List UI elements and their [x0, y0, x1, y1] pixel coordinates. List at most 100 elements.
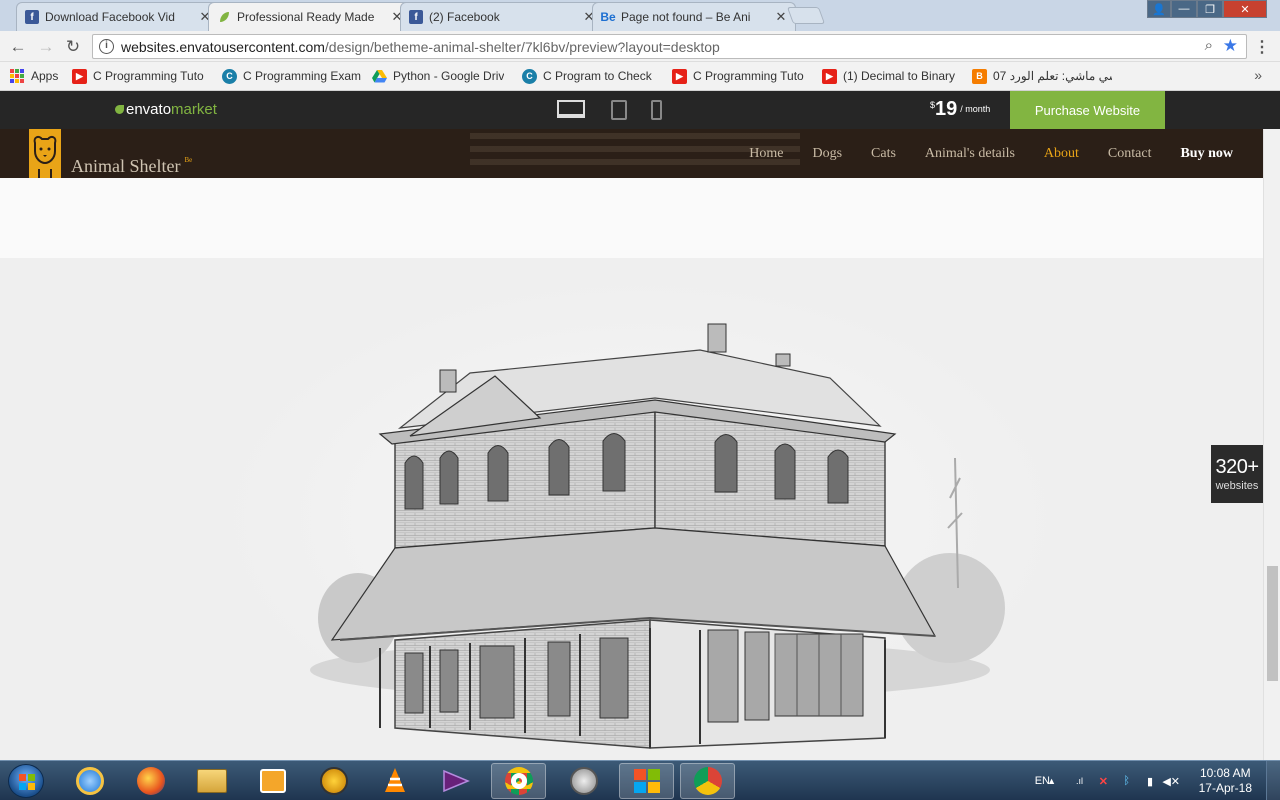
site-name-badge: Be — [184, 156, 193, 164]
more-bookmarks-icon[interactable]: » — [1254, 67, 1262, 83]
media-player-icon[interactable] — [245, 763, 300, 799]
aimp-player-icon[interactable] — [306, 763, 361, 799]
bookmark-star-icon[interactable]: ★ — [1223, 36, 1238, 56]
tab-facebook[interactable]: f (2) Facebook ✕ — [400, 2, 604, 31]
mobile-view-icon[interactable] — [651, 100, 662, 120]
bookmark-python-google-drive[interactable]: Python - Google Driv — [372, 66, 512, 86]
envato-leaf-icon — [217, 10, 231, 24]
bookmark-label: C Programming Tuto — [93, 69, 204, 83]
bookmark-label: (1) Decimal to Binary — [843, 69, 956, 83]
site-info-icon[interactable]: i — [99, 39, 114, 54]
browser-tab-strip: f Download Facebook Vid ✕ Professional R… — [0, 0, 1280, 31]
show-hidden-icons-icon[interactable]: ▲ — [1047, 773, 1056, 789]
tab-title: Page not found – Be Ani — [621, 10, 751, 24]
envato-preview-bar: envatomarket $19/ month Purchase Website — [0, 91, 1280, 129]
tab-title: Professional Ready Made — [237, 10, 375, 24]
network-error-icon[interactable]: ✕ — [1099, 773, 1108, 789]
file-explorer-icon[interactable] — [184, 763, 239, 799]
tab-download-facebook[interactable]: f Download Facebook Vid ✕ — [16, 2, 220, 31]
bookmark-label: C Programming Exam — [243, 69, 362, 83]
c-site-icon: C — [522, 68, 537, 84]
nav-animals-details[interactable]: Animal's details — [925, 146, 1015, 162]
nav-dogs[interactable]: Dogs — [812, 146, 842, 162]
browser-menu-icon[interactable]: ⋮ — [1254, 37, 1270, 57]
volume-muted-icon[interactable]: ◀✕ — [1162, 773, 1180, 789]
scrollbar-thumb[interactable] — [1267, 566, 1278, 681]
websites-count-badge[interactable]: 320+ websites — [1211, 445, 1263, 503]
site-header: Animal Shelter Be Home Dogs Cats Animal's… — [0, 129, 1263, 178]
apps-grid-icon — [10, 69, 25, 83]
restore-icon[interactable]: ❐ — [1197, 0, 1223, 18]
window-controls: 👤 — ❐ ✕ — [1147, 0, 1267, 18]
clock-date: 17-Apr-18 — [1198, 781, 1252, 795]
nav-contact[interactable]: Contact — [1108, 146, 1152, 162]
close-tab-icon[interactable]: ✕ — [775, 9, 787, 25]
bookmark-c-programming-tuto-2[interactable]: ▶ C Programming Tuto — [672, 66, 812, 86]
internet-explorer-icon[interactable] — [62, 763, 117, 799]
tab-professional-ready-made[interactable]: Professional Ready Made ✕ — [208, 2, 412, 31]
address-bar[interactable]: i websites.envatousercontent.com/design/… — [92, 34, 1247, 59]
bookmark-label: C Programming Tuto — [693, 69, 804, 83]
vlc-player-icon[interactable] — [367, 763, 422, 799]
bookmark-decimal-to-binary[interactable]: ▶ (1) Decimal to Binary — [822, 66, 962, 86]
price-label: $19/ month — [930, 98, 991, 120]
badge-count: 320+ — [1215, 456, 1259, 478]
content-white-band — [0, 178, 1263, 258]
nav-cats[interactable]: Cats — [871, 146, 896, 162]
windows-taskbar: EN ▲ .ıl ✕ ᛒ ▮ ◀✕ 10:08 AM 17-Apr-18 — [0, 760, 1280, 800]
bookmark-arabic-blog[interactable]: B كل شي ماشي: تعلم الورد 07 — [972, 66, 1112, 86]
nav-about[interactable]: About — [1044, 146, 1079, 162]
nav-buy-now[interactable]: Buy now — [1180, 146, 1233, 162]
bookmark-label: Python - Google Driv — [393, 69, 505, 83]
betheme-icon: Be — [600, 10, 616, 24]
back-arrow-icon[interactable]: ← — [7, 36, 29, 58]
bookmark-apps[interactable]: Apps — [10, 66, 62, 86]
youtube-icon: ▶ — [672, 68, 687, 84]
youtube-icon: ▶ — [822, 68, 837, 84]
windows-app-icon[interactable] — [619, 763, 674, 799]
bookmarks-bar: Apps ▶ C Programming Tuto C C Programmin… — [0, 62, 1280, 91]
shelter-building-illustration — [220, 278, 1060, 758]
tablet-view-icon[interactable] — [611, 100, 627, 120]
envato-market-logo[interactable]: envatomarket — [115, 101, 217, 118]
bookmark-c-programming-exam[interactable]: C C Programming Exam — [222, 66, 362, 86]
chrome-window-icon[interactable] — [680, 763, 735, 799]
user-icon[interactable]: 👤 — [1147, 0, 1171, 18]
forward-arrow-icon[interactable]: → — [35, 36, 57, 58]
facebook-icon: f — [409, 10, 423, 24]
start-button-icon[interactable] — [8, 764, 44, 798]
envato-leaf-icon — [115, 105, 124, 114]
tab-page-not-found[interactable]: Be Page not found – Be Ani ✕ — [592, 2, 796, 31]
bookmark-label: C Program to Check — [543, 69, 652, 83]
desktop-view-icon[interactable] — [557, 100, 585, 118]
dog-logo-icon[interactable] — [29, 129, 61, 178]
purchase-website-button[interactable]: Purchase Website — [1010, 91, 1165, 129]
signal-bars-icon[interactable]: .ıl — [1076, 773, 1083, 789]
bluetooth-icon[interactable]: ᛒ — [1123, 773, 1130, 789]
chrome-icon[interactable] — [491, 763, 546, 799]
zoom-icon[interactable]: ⌕ — [1205, 37, 1213, 54]
browser-toolbar: ← → ↻ i websites.envatousercontent.com/d… — [0, 31, 1280, 62]
firefox-icon[interactable] — [123, 763, 178, 799]
nav-home[interactable]: Home — [749, 146, 783, 162]
facebook-icon: f — [25, 10, 39, 24]
bookmark-c-program-to-check[interactable]: C C Program to Check — [522, 66, 662, 86]
site-name[interactable]: Animal Shelter Be — [71, 156, 192, 177]
bookmark-c-programming-tuto[interactable]: ▶ C Programming Tuto — [72, 66, 212, 86]
minimize-icon[interactable]: — — [1171, 0, 1197, 18]
blogger-icon: B — [972, 68, 987, 84]
url-text[interactable]: websites.envatousercontent.com/design/be… — [121, 39, 720, 55]
badge-label: websites — [1215, 480, 1259, 492]
new-tab-button[interactable] — [786, 7, 826, 24]
tab-title: (2) Facebook — [429, 10, 500, 24]
security-app-icon[interactable] — [556, 763, 611, 799]
show-desktop-button[interactable] — [1266, 761, 1280, 800]
device-icon[interactable]: ▮ — [1147, 773, 1153, 789]
visual-studio-icon[interactable] — [428, 763, 483, 799]
reload-icon[interactable]: ↻ — [62, 36, 84, 58]
close-window-icon[interactable]: ✕ — [1223, 0, 1267, 18]
c-site-icon: C — [222, 68, 237, 84]
bookmark-label: Apps — [31, 69, 59, 83]
page-scrollbar[interactable] — [1263, 129, 1280, 760]
system-clock[interactable]: 10:08 AM 17-Apr-18 — [1199, 766, 1252, 796]
